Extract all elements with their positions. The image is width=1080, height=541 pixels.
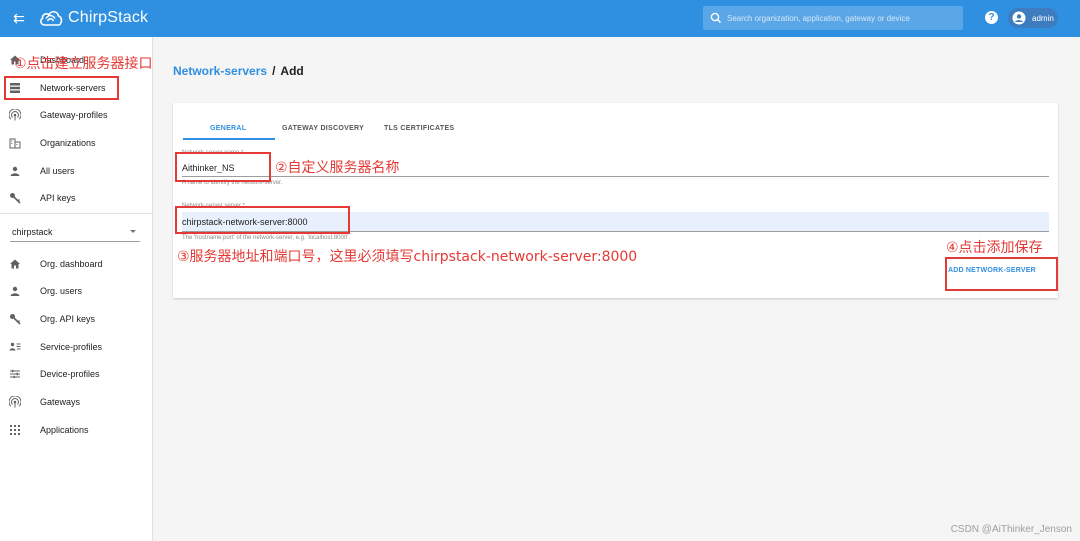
breadcrumb-separator: /: [272, 64, 276, 78]
device-profile-icon: [8, 367, 22, 381]
search-input[interactable]: [727, 13, 957, 23]
annotation-step-1: ①点击建立服务器接口: [14, 56, 153, 72]
sidebar-item-org-api-keys[interactable]: Org. API keys: [0, 305, 153, 333]
sidebar-item-organizations[interactable]: Organizations: [0, 129, 153, 157]
annotation-box-server: [175, 206, 350, 234]
sidebar-item-label: API keys: [40, 193, 76, 203]
service-profile-icon: [8, 340, 22, 354]
sidebar-item-api-keys[interactable]: API keys: [0, 184, 153, 212]
sidebar-item-gateways[interactable]: Gateways: [0, 388, 153, 416]
menu-collapse-icon[interactable]: ⇇: [10, 10, 28, 27]
sidebar-item-label: All users: [40, 166, 75, 176]
sidebar-item-label: Gateway-profiles: [40, 110, 108, 120]
sidebar-item-org-dashboard[interactable]: Org. dashboard: [0, 250, 153, 278]
sidebar: Dashboard Network-servers Gateway-profil…: [0, 37, 153, 541]
sidebar-item-device-profiles[interactable]: Device-profiles: [0, 360, 153, 388]
organization-select[interactable]: chirpstack: [10, 222, 140, 242]
home-icon: [8, 257, 22, 271]
key-icon: [8, 191, 22, 205]
chevron-down-icon: [130, 230, 136, 233]
user-name: admin: [1032, 13, 1054, 23]
user-icon: [8, 164, 22, 178]
search-icon: [710, 12, 722, 24]
annotation-step-3: ③服务器地址和端口号，这里必须填写chirpstack-network-serv…: [177, 249, 638, 265]
top-app-bar: ⇇ ChirpStack ? admin: [0, 0, 1080, 37]
tab-tls-certificates[interactable]: TLS CERTIFICATES: [384, 121, 454, 143]
help-icon[interactable]: ?: [985, 11, 998, 24]
active-tab-indicator: [183, 138, 275, 140]
sidebar-item-label: Org. API keys: [40, 314, 96, 324]
watermark: CSDN @AiThinker_Jenson: [950, 524, 1072, 535]
breadcrumb: Network-servers / Add: [173, 64, 304, 78]
sidebar-item-label: Org. dashboard: [40, 259, 103, 269]
brand-name: ChirpStack: [68, 9, 149, 26]
network-server-server-help: The 'hostname:port' of the network-serve…: [182, 235, 351, 241]
annotation-box-name: [175, 152, 271, 182]
annotation-box-network-servers: [4, 76, 119, 100]
sidebar-item-label: Gateways: [40, 397, 81, 407]
chirpstack-logo[interactable]: ChirpStack: [38, 6, 148, 30]
network-server-form-card: GENERAL GATEWAY DISCOVERY TLS CERTIFICAT…: [173, 103, 1058, 298]
tab-gateway-discovery[interactable]: GATEWAY DISCOVERY: [282, 121, 364, 143]
annotation-box-add-button: [945, 257, 1058, 291]
annotation-step-4: ④点击添加保存: [946, 240, 1043, 256]
sidebar-item-gateway-profiles[interactable]: Gateway-profiles: [0, 101, 153, 129]
sidebar-item-applications[interactable]: Applications: [0, 416, 153, 444]
breadcrumb-link-network-servers[interactable]: Network-servers: [173, 64, 267, 78]
cloud-logo-icon: [39, 10, 63, 26]
search-box[interactable]: [703, 6, 963, 30]
breadcrumb-current: Add: [280, 64, 304, 78]
sidebar-item-org-users[interactable]: Org. users: [0, 277, 153, 305]
gateway-icon: [8, 395, 22, 409]
sidebar-item-label: Org. users: [40, 286, 83, 296]
user-menu-button[interactable]: admin: [1008, 8, 1058, 28]
sidebar-item-all-users[interactable]: All users: [0, 157, 153, 185]
sidebar-item-label: Device-profiles: [40, 369, 100, 379]
apps-icon: [8, 423, 22, 437]
sidebar-divider: [0, 213, 153, 214]
account-circle-icon: [1012, 11, 1026, 25]
sidebar-item-label: Applications: [40, 425, 89, 435]
organization-select-value: chirpstack: [12, 226, 53, 237]
key-icon: [8, 312, 22, 326]
user-icon: [8, 284, 22, 298]
sidebar-item-label: Organizations: [40, 138, 96, 148]
sidebar-item-service-profiles[interactable]: Service-profiles: [0, 333, 153, 361]
annotation-step-2: ②自定义服务器名称: [275, 160, 400, 176]
organization-icon: [8, 136, 22, 150]
gateway-profile-icon: [8, 108, 22, 122]
sidebar-item-label: Service-profiles: [40, 342, 103, 352]
